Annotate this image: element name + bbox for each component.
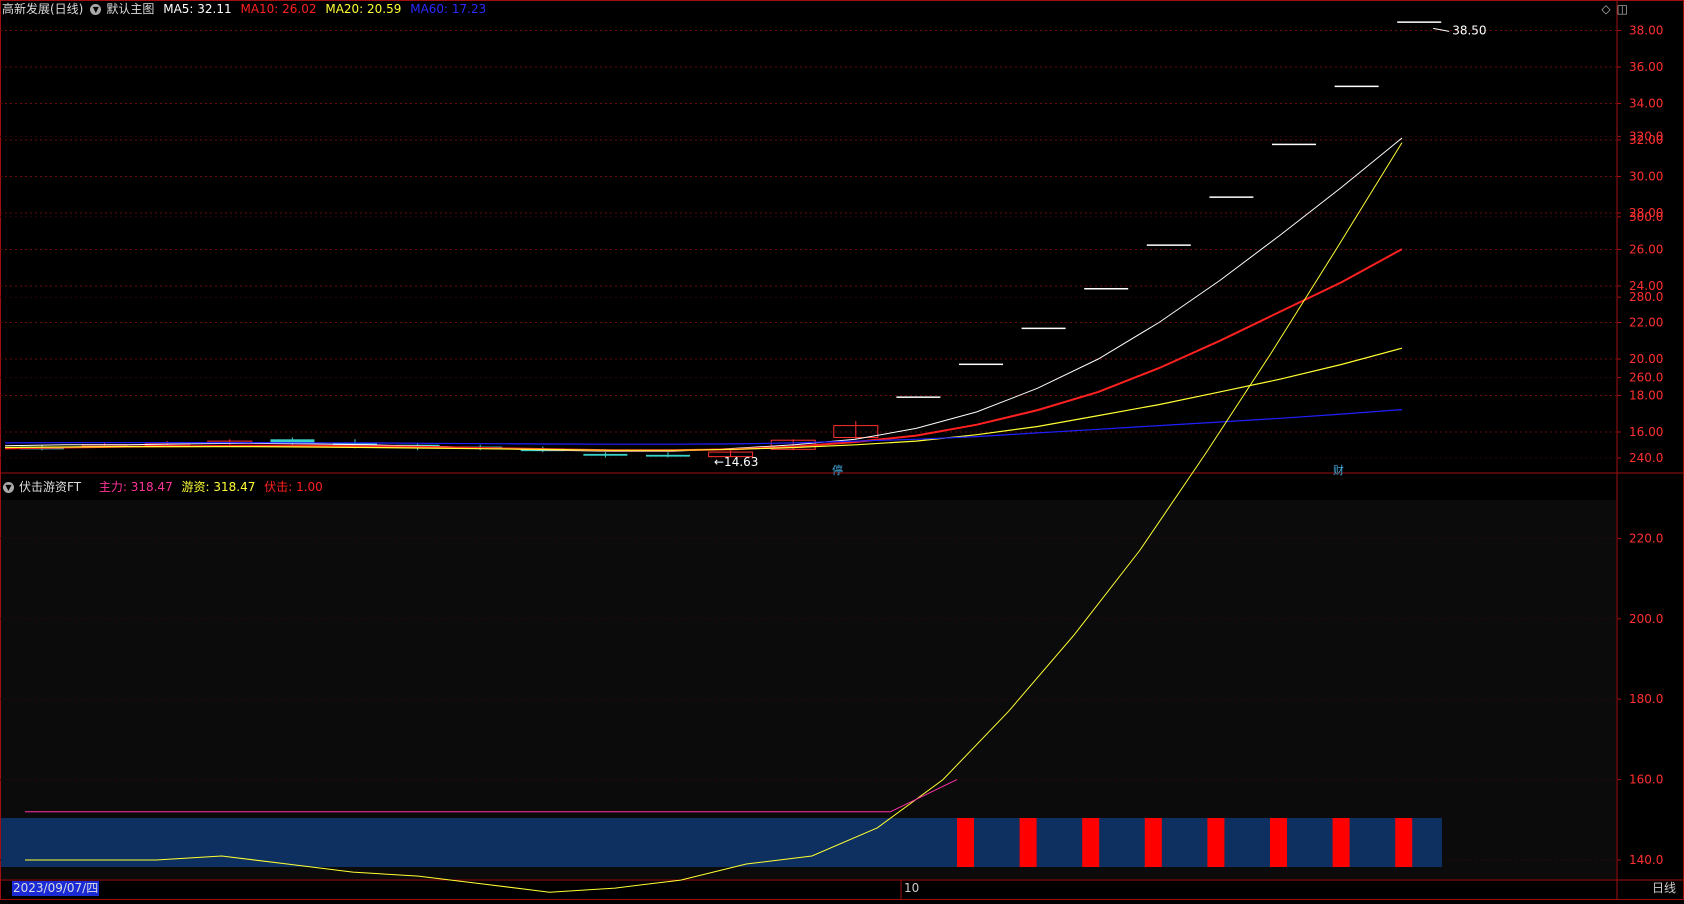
- sub-chart-header: ▼ 伏击游资FT 主力: 318.47 游资: 318.47 伏击: 1.00: [0, 478, 328, 496]
- fuji-signal-bar: [1332, 818, 1350, 867]
- ma-line-ma10: [4, 248, 1403, 452]
- indicator-tick-label: 180.0: [1629, 692, 1663, 706]
- candle-body: [1146, 244, 1191, 246]
- price-tick-label: 34.00: [1629, 97, 1663, 111]
- ma60-label: MA60: 17.23: [410, 2, 487, 16]
- zhuli-label: 主力: 318.47: [98, 480, 173, 494]
- indicator-tick-label: 260.0: [1629, 371, 1663, 385]
- ma-line-ma60: [4, 409, 1403, 445]
- candle-body: [1272, 143, 1316, 146]
- candle-body: [646, 454, 690, 457]
- candle-body: [1209, 196, 1254, 198]
- candle-body: [896, 396, 941, 398]
- price-tick-label: 18.00: [1629, 389, 1663, 403]
- stock-chart-window: 16.00 18.00 20.00 22.00 24.00 26.00 28.00 30.00…: [0, 0, 1684, 900]
- indicator-menu-dropdown-icon[interactable]: ▼: [3, 482, 14, 493]
- indicator-tick-label: 240.0: [1629, 451, 1663, 465]
- indicator-tick-label: 220.0: [1629, 531, 1663, 545]
- month-tick-label: 10: [904, 881, 920, 895]
- financial-report-marker[interactable]: 财: [1333, 464, 1344, 477]
- chart-name[interactable]: 默认主图: [106, 2, 154, 16]
- fuji-signal-bar: [1270, 818, 1287, 867]
- ma-line-ma20: [4, 347, 1403, 451]
- window-toggle-icon[interactable]: ◫: [1617, 2, 1628, 16]
- ma-line-ma5: [4, 137, 1403, 452]
- indicator-tick-label: 320.0: [1629, 129, 1663, 143]
- candle-body: [959, 363, 1003, 366]
- fuji-label: 伏击: 1.00: [264, 480, 323, 494]
- candle-body: [1397, 21, 1442, 23]
- price-tick-label: 16.00: [1629, 425, 1663, 439]
- fuji-signal-bar: [1144, 818, 1162, 867]
- indicator-tick-label: 300.0: [1629, 210, 1663, 224]
- stock-title: 高新发展(日线): [2, 2, 84, 16]
- fuji-signal-bar: [1207, 818, 1225, 867]
- fuji-signal-bar: [1019, 818, 1037, 867]
- price-tick-label: 20.00: [1629, 352, 1663, 366]
- fuji-signal-bar: [957, 818, 974, 867]
- chart-canvas[interactable]: 16.0018.0020.0022.0024.0026.0028.0030.00…: [0, 0, 1684, 900]
- chart-menu-dropdown-icon[interactable]: ▼: [90, 4, 102, 15]
- price-tick-label: 36.00: [1629, 60, 1663, 74]
- main-chart-header: 高新发展(日线) ▼ 默认主图 MA5: 32.11 MA10: 26.02 MA2…: [0, 0, 491, 18]
- candle-body: [1334, 85, 1379, 88]
- price-tick-label: 26.00: [1629, 243, 1663, 257]
- youzi-label: 游资: 318.47: [181, 480, 256, 494]
- fuji-signal-bar: [1395, 818, 1413, 867]
- indicator-tick-label: 200.0: [1629, 612, 1663, 626]
- price-tick-label: 22.00: [1629, 316, 1663, 330]
- price-tick-label: 30.00: [1629, 170, 1663, 184]
- indicator-tick-label: 160.0: [1629, 773, 1663, 787]
- suspension-marker[interactable]: 停: [832, 464, 843, 477]
- fuji-signal-bar: [1082, 818, 1100, 867]
- candle-body: [1084, 288, 1129, 290]
- diamond-icon[interactable]: ◇: [1601, 2, 1610, 16]
- high-price-label: 38.50: [1452, 23, 1486, 37]
- candle-body: [583, 453, 628, 456]
- low-price-label: ←14.63: [714, 455, 758, 469]
- ma20-label: MA20: 20.59: [325, 2, 402, 16]
- period-label[interactable]: 日线: [1652, 881, 1676, 896]
- indicator-title[interactable]: 伏击游资FT: [19, 480, 81, 494]
- indicator-tick-label: 140.0: [1629, 853, 1663, 867]
- chart-corner-controls: ◇ ◫: [1595, 2, 1628, 16]
- ma5-label: MA5: 32.11: [163, 2, 232, 16]
- candle-body: [1021, 327, 1066, 330]
- ma10-label: MA10: 26.02: [240, 2, 317, 16]
- price-tick-label: 38.00: [1629, 24, 1663, 38]
- indicator-tick-label: 280.0: [1629, 290, 1663, 304]
- cursor-date-label: 2023/09/07/四: [12, 881, 100, 896]
- indicator-band: [1, 818, 1442, 867]
